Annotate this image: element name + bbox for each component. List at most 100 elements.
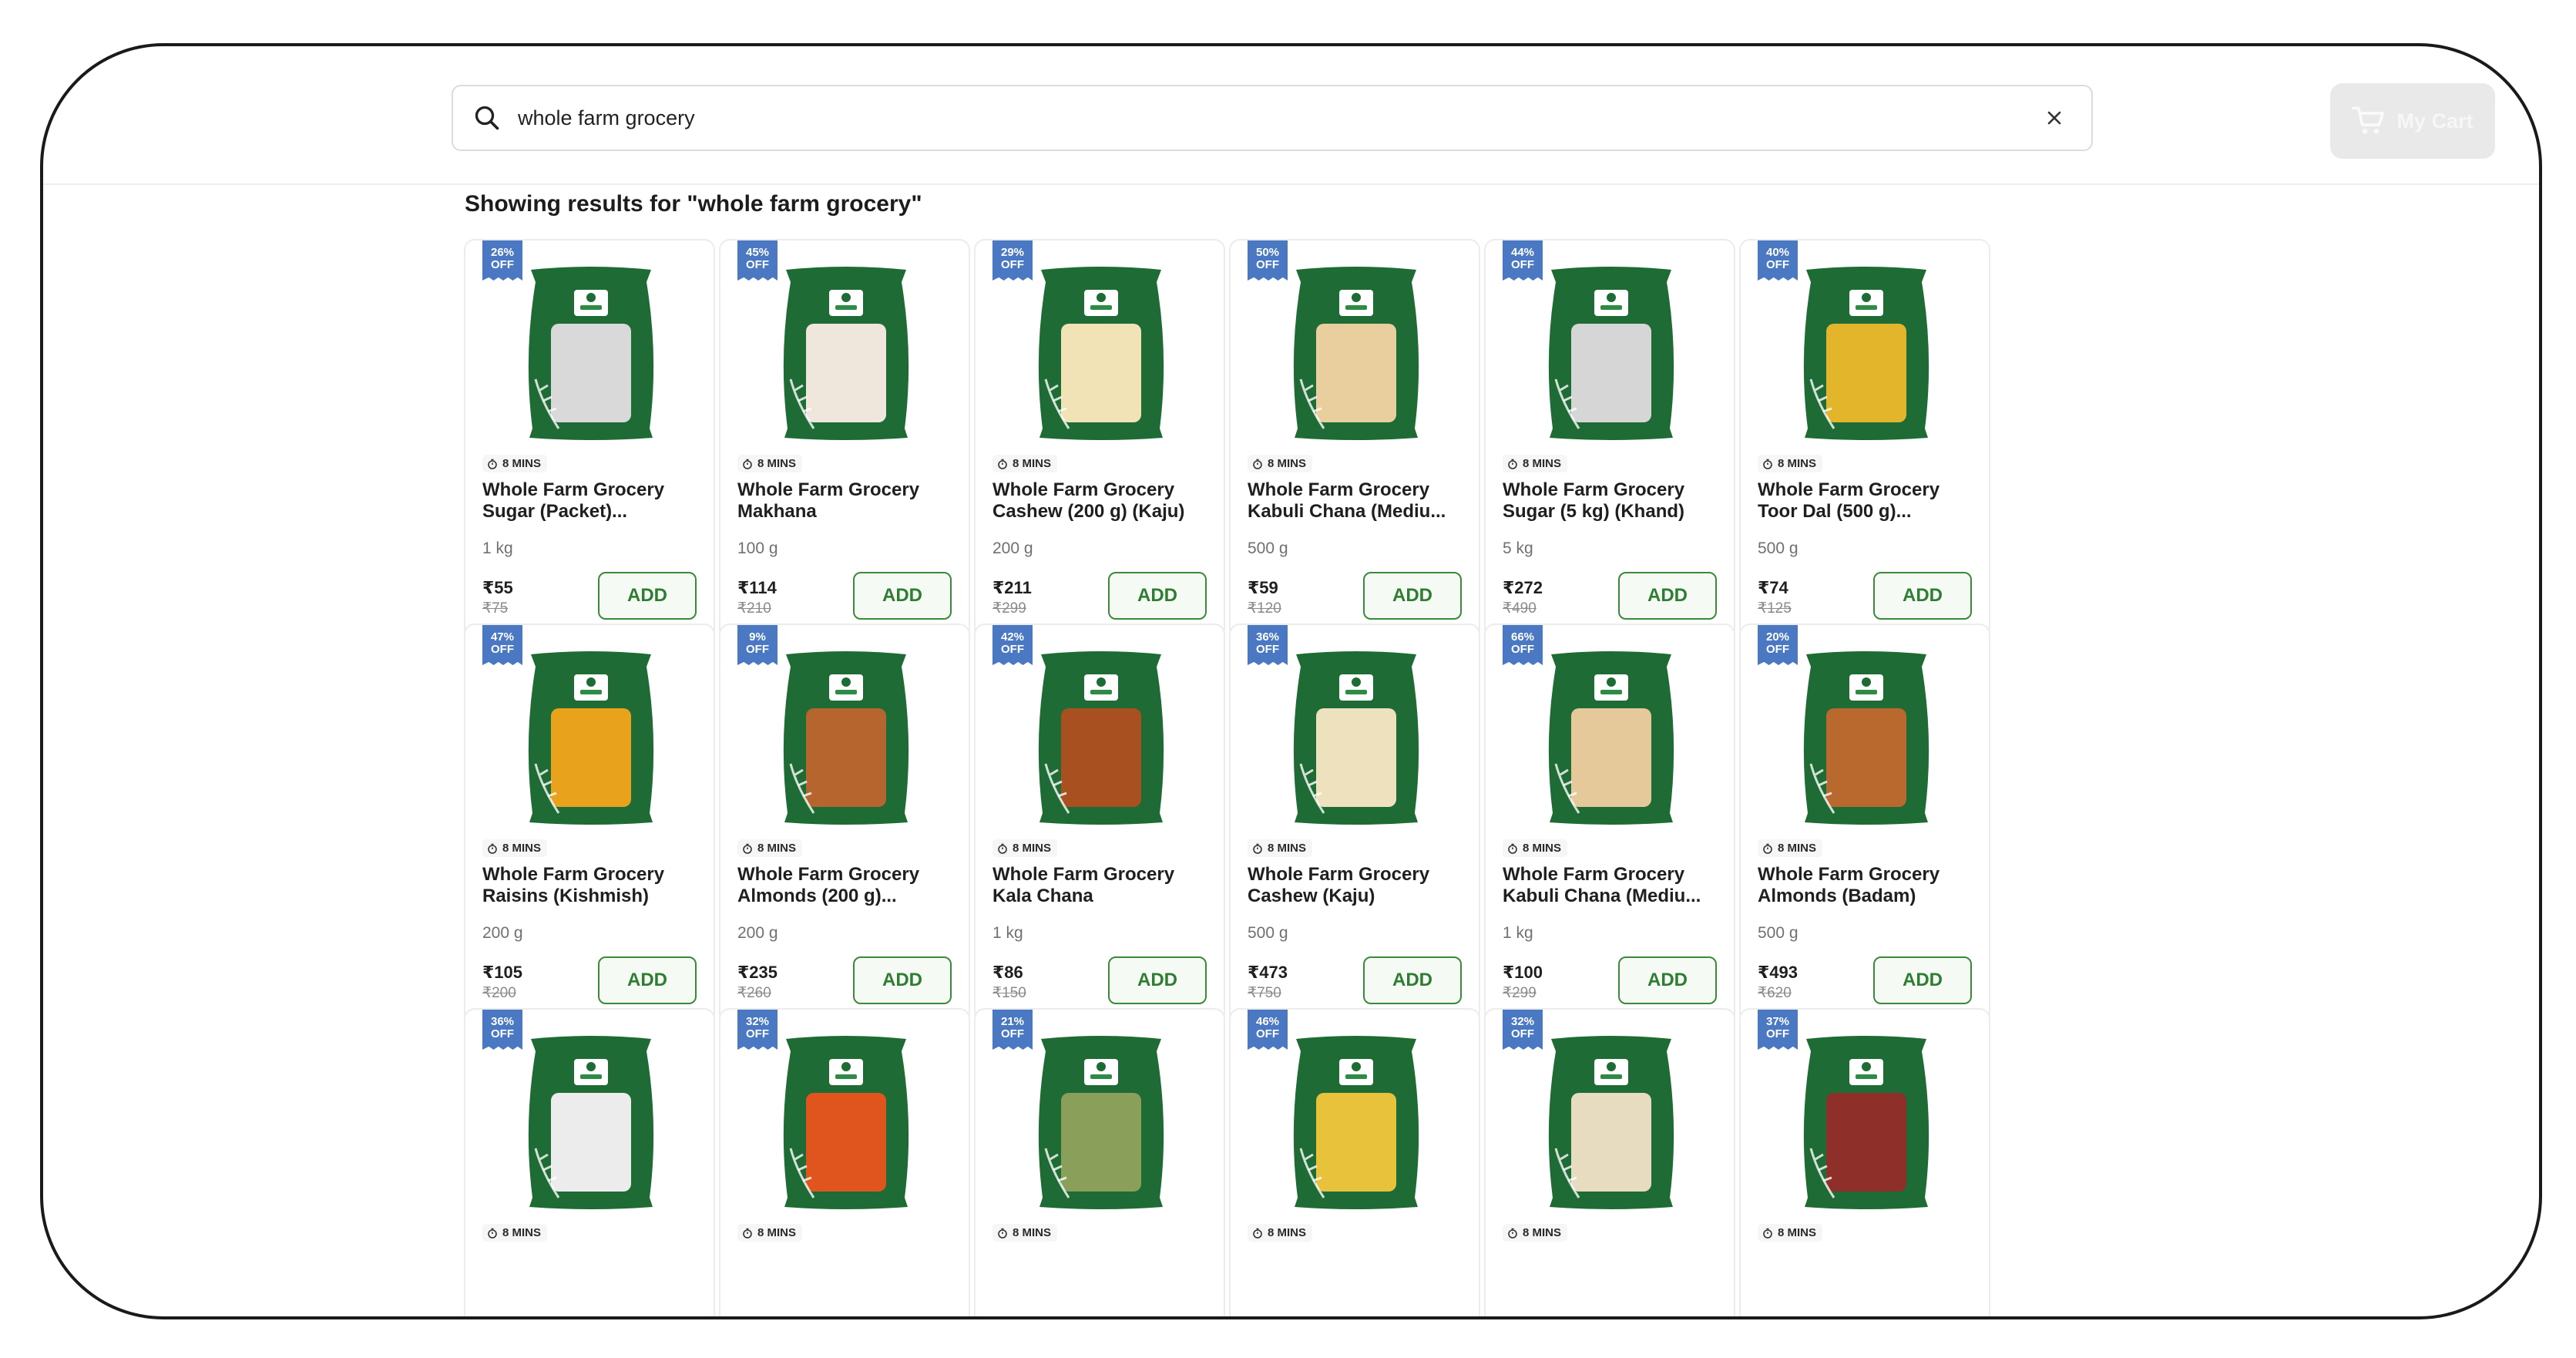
delivery-time-text: 8 MINS <box>1778 842 1817 855</box>
results-heading: Showing results for "whole farm grocery" <box>465 191 922 217</box>
product-image <box>528 651 654 825</box>
clear-search-button[interactable] <box>2039 103 2070 133</box>
product-card[interactable]: 36% OFF 8 MINS Whole Farm Grocery Cashew… <box>1229 624 1480 1024</box>
product-mrp: ₹260 <box>737 985 771 1001</box>
product-price: ₹211 <box>992 578 1032 597</box>
delivery-time-text: 8 MINS <box>757 457 797 470</box>
timer-icon <box>1253 843 1262 854</box>
timer-icon <box>998 843 1007 854</box>
product-mrp: ₹150 <box>992 985 1026 1001</box>
product-name[interactable]: Whole Farm Grocery Sugar (5 kg) (Khand) <box>1503 479 1726 524</box>
product-name[interactable]: Whole Farm Grocery Cashew (200 g) (Kaju) <box>992 479 1216 524</box>
product-card[interactable]: 36% OFF 8 MINS <box>464 1008 715 1316</box>
product-name[interactable] <box>992 1249 1216 1293</box>
search-bar[interactable] <box>452 85 2093 151</box>
product-card[interactable]: 9% OFF 8 MINS Whole Farm Grocery Almonds… <box>719 624 970 1024</box>
add-to-cart-button[interactable]: ADD <box>598 572 697 620</box>
product-card[interactable]: 66% OFF 8 MINS Whole Farm Grocery Kabuli… <box>1484 624 1735 1024</box>
product-mrp: ₹299 <box>992 600 1026 617</box>
delivery-time-text: 8 MINS <box>1013 1226 1052 1239</box>
product-name[interactable] <box>1758 1249 1981 1293</box>
product-mrp: ₹125 <box>1758 600 1792 617</box>
product-name[interactable]: Whole Farm Grocery Makhana <box>737 479 961 524</box>
add-to-cart-button[interactable]: ADD <box>853 956 952 1004</box>
product-card[interactable]: 50% OFF 8 MINS Whole Farm Grocery Kabuli… <box>1229 239 1480 640</box>
product-name[interactable]: Whole Farm Grocery Kabuli Chana (Mediu..… <box>1248 479 1471 524</box>
add-to-cart-button[interactable]: ADD <box>853 572 952 620</box>
product-name[interactable] <box>1248 1249 1471 1293</box>
product-card[interactable]: 20% OFF 8 MINS Whole Farm Grocery Almond… <box>1739 624 1990 1024</box>
product-name[interactable]: Whole Farm Grocery Raisins (Kishmish) <box>482 864 706 909</box>
product-card[interactable]: 26% OFF 8 MINS Whole Farm Grocery Sugar … <box>464 239 715 640</box>
add-to-cart-button[interactable]: ADD <box>1108 572 1207 620</box>
product-card[interactable]: 44% OFF 8 MINS Whole Farm Grocery Sugar … <box>1484 239 1735 640</box>
product-grid: 26% OFF 8 MINS Whole Farm Grocery Sugar … <box>464 239 2413 1316</box>
timer-icon <box>743 1228 752 1239</box>
header: My Cart <box>43 46 2539 185</box>
discount-percent: 66% <box>1510 630 1535 644</box>
delivery-time-text: 8 MINS <box>1778 1226 1817 1239</box>
delivery-time-text: 8 MINS <box>757 842 797 855</box>
product-quantity: 200 g <box>992 540 1033 557</box>
add-to-cart-button[interactable]: ADD <box>598 956 697 1004</box>
discount-percent: 42% <box>1000 630 1025 644</box>
my-cart-button[interactable]: My Cart <box>2330 83 2495 159</box>
product-name[interactable]: Whole Farm Grocery Almonds (200 g)... <box>737 864 961 909</box>
product-name[interactable] <box>737 1249 961 1293</box>
delivery-time: 8 MINS <box>1503 455 1568 472</box>
add-to-cart-button[interactable]: ADD <box>1363 956 1462 1004</box>
product-mrp: ₹490 <box>1503 600 1537 617</box>
product-card[interactable]: 42% OFF 8 MINS Whole Farm Grocery Kala C… <box>974 624 1225 1024</box>
discount-percent: 46% <box>1255 1015 1280 1028</box>
product-price: ₹493 <box>1758 963 1798 982</box>
add-to-cart-button[interactable]: ADD <box>1108 956 1207 1004</box>
product-name[interactable]: Whole Farm Grocery Toor Dal (500 g)... <box>1758 479 1981 524</box>
product-name[interactable]: Whole Farm Grocery Kabuli Chana (Mediu..… <box>1503 864 1726 909</box>
delivery-time-text: 8 MINS <box>502 1226 542 1239</box>
discount-percent: 9% <box>749 630 766 644</box>
add-to-cart-button[interactable]: ADD <box>1618 572 1717 620</box>
add-to-cart-button[interactable]: ADD <box>1618 956 1717 1004</box>
product-price: ₹74 <box>1758 578 1788 597</box>
product-name[interactable]: Whole Farm Grocery Kala Chana <box>992 864 1216 909</box>
add-to-cart-button[interactable]: ADD <box>1873 956 1972 1004</box>
delivery-time-text: 8 MINS <box>1523 457 1562 470</box>
product-quantity: 500 g <box>1758 924 1798 942</box>
product-card[interactable]: 37% OFF 8 MINS <box>1739 1008 1990 1316</box>
timer-icon <box>998 459 1007 469</box>
product-quantity: 500 g <box>1248 924 1288 942</box>
timer-icon <box>488 459 497 469</box>
delivery-time: 8 MINS <box>737 1224 803 1242</box>
product-card[interactable]: 21% OFF 8 MINS <box>974 1008 1225 1316</box>
product-mrp: ₹620 <box>1758 985 1792 1001</box>
delivery-time-text: 8 MINS <box>1268 842 1307 855</box>
product-card[interactable]: 32% OFF 8 MINS <box>1484 1008 1735 1316</box>
timer-icon <box>1763 1228 1772 1239</box>
product-card[interactable]: 45% OFF 8 MINS Whole Farm Grocery Makhan… <box>719 239 970 640</box>
product-name[interactable]: Whole Farm Grocery Cashew (Kaju) <box>1248 864 1471 909</box>
add-to-cart-button[interactable]: ADD <box>1873 572 1972 620</box>
product-name[interactable] <box>1503 1249 1726 1293</box>
search-input[interactable] <box>518 95 2039 141</box>
product-name[interactable]: Whole Farm Grocery Almonds (Badam) <box>1758 864 1981 909</box>
product-card[interactable]: 40% OFF 8 MINS Whole Farm Grocery Toor D… <box>1739 239 1990 640</box>
product-quantity: 500 g <box>1758 540 1798 557</box>
product-card[interactable]: 29% OFF 8 MINS Whole Farm Grocery Cashew… <box>974 239 1225 640</box>
product-image <box>1803 1036 1929 1209</box>
delivery-time: 8 MINS <box>1248 839 1313 857</box>
product-name[interactable] <box>482 1249 706 1293</box>
discount-percent: 36% <box>490 1015 515 1028</box>
product-card[interactable]: 32% OFF 8 MINS <box>719 1008 970 1316</box>
delivery-time: 8 MINS <box>1503 839 1568 857</box>
product-name[interactable]: Whole Farm Grocery Sugar (Packet)... <box>482 479 706 524</box>
product-card[interactable]: 46% OFF 8 MINS <box>1229 1008 1480 1316</box>
product-image <box>528 267 654 440</box>
delivery-time-text: 8 MINS <box>1523 1226 1562 1239</box>
product-image <box>783 1036 909 1209</box>
product-card[interactable]: 47% OFF 8 MINS Whole Farm Grocery Raisin… <box>464 624 715 1024</box>
product-image <box>1038 1036 1164 1209</box>
product-image <box>1803 651 1929 825</box>
product-mrp: ₹200 <box>482 985 516 1001</box>
product-image <box>1293 1036 1419 1209</box>
add-to-cart-button[interactable]: ADD <box>1363 572 1462 620</box>
